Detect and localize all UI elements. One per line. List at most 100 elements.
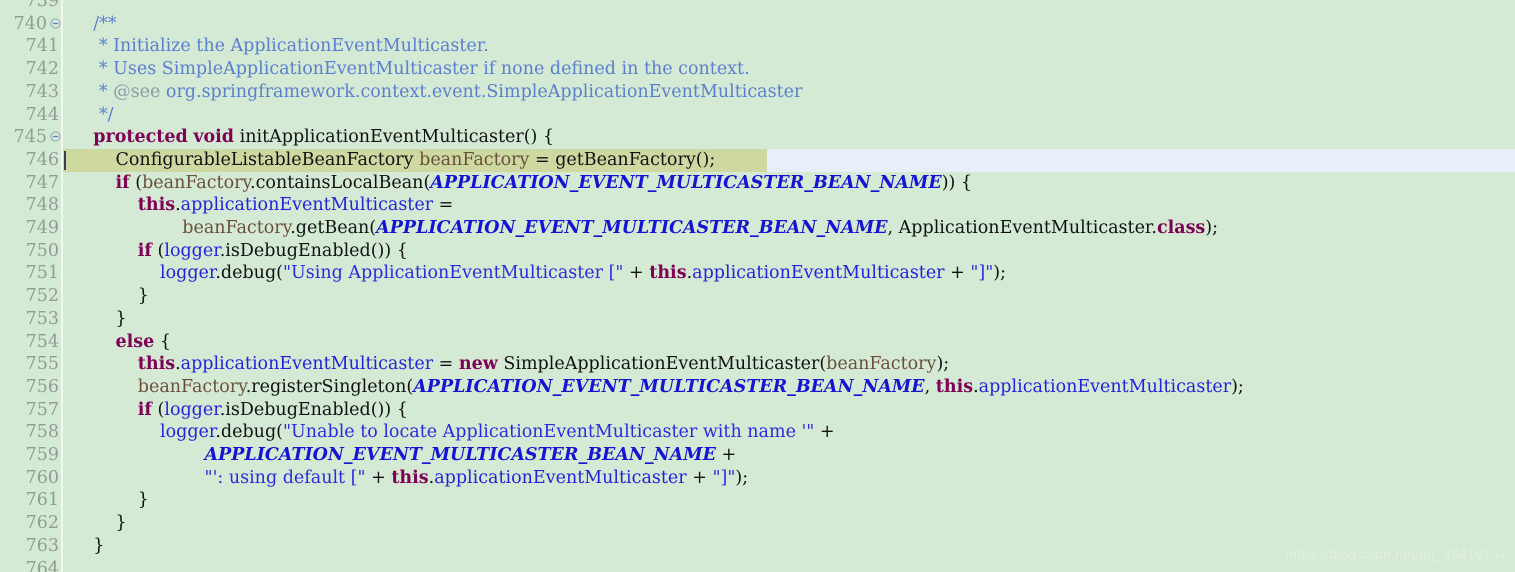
line-number: 763 [25, 535, 59, 556]
line-number: 755 [25, 354, 59, 375]
code-line-745[interactable]: protected void initApplicationEventMulti… [63, 126, 554, 149]
code-line-764[interactable] [63, 558, 71, 572]
gutter-line-762[interactable]: 762 [0, 512, 61, 535]
gutter-line-745[interactable]: 745 [0, 126, 61, 149]
code-token: "]" [712, 467, 736, 488]
code-token: APPLICATION_EVENT_MULTICASTER_BEAN_NAME [204, 445, 716, 465]
code-line-756[interactable]: beanFactory.registerSingleton(APPLICATIO… [63, 376, 1244, 399]
line-number: 756 [25, 376, 59, 397]
code-line-750[interactable]: if (logger.isDebugEnabled()) { [63, 240, 408, 263]
gutter-line-761[interactable]: 761 [0, 489, 61, 512]
fold-collapse-icon[interactable] [50, 131, 61, 142]
code-token: ); [936, 354, 950, 375]
gutter-line-759[interactable]: 759 [0, 444, 61, 467]
gutter-line-748[interactable]: 748 [0, 194, 61, 217]
code-token: = [433, 195, 454, 216]
code-line-763[interactable]: } [63, 535, 104, 558]
gutter-line-750[interactable]: 750 [0, 240, 61, 263]
code-line-753[interactable]: } [63, 308, 127, 331]
gutter-line-763[interactable]: 763 [0, 535, 61, 558]
line-number: 757 [25, 399, 59, 420]
code-token: ConfigurableListableBeanFactory [71, 149, 420, 170]
code-line-752[interactable]: } [63, 285, 149, 308]
gutter-line-739[interactable]: 739 [0, 0, 61, 13]
code-editor-viewport[interactable]: 739 740 741 742 743 744 745 746 747 748 749 750 751 7… [0, 0, 1515, 572]
code-token: , [924, 376, 936, 397]
code-token: this [391, 467, 429, 488]
code-line-741[interactable]: * Initialize the ApplicationEventMultica… [63, 35, 489, 58]
gutter-line-760[interactable]: 760 [0, 467, 61, 490]
gutter-line-743[interactable]: 743 [0, 81, 61, 104]
code-line-758[interactable]: logger.debug("Unable to locate Applicati… [63, 421, 835, 444]
line-number: 760 [25, 467, 59, 488]
line-number: 750 [25, 240, 59, 261]
code-line-743[interactable]: * @see org.springframework.context.event… [63, 81, 803, 104]
gutter-line-744[interactable]: 744 [0, 104, 61, 127]
line-number: 758 [25, 422, 59, 443]
code-line-761[interactable]: } [63, 489, 149, 512]
line-number: 762 [25, 513, 59, 534]
code-line-754[interactable]: else { [63, 331, 171, 354]
code-line-748[interactable]: this.applicationEventMulticaster = [63, 194, 454, 217]
line-number: 739 [25, 0, 59, 11]
code-token: * Initialize the ApplicationEventMultica… [71, 36, 489, 57]
line-number-gutter[interactable]: 739 740 741 742 743 744 745 746 747 748 749 750 751 7… [0, 0, 61, 572]
code-token: * Uses SimpleApplicationEventMulticaster… [71, 59, 750, 80]
gutter-line-742[interactable]: 742 [0, 58, 61, 81]
watermark-url: https://blog.csdn.net/qq_43416157 [1285, 546, 1507, 563]
code-line-749[interactable]: beanFactory.getBean(APPLICATION_EVENT_MU… [63, 217, 1218, 240]
gutter-line-758[interactable]: 758 [0, 421, 61, 444]
code-line-751[interactable]: logger.debug("Using ApplicationEventMult… [63, 262, 1006, 285]
code-line-747[interactable]: if (beanFactory.containsLocalBean(APPLIC… [63, 172, 973, 195]
code-token: beanFactory [826, 354, 937, 375]
code-token: ); [993, 263, 1007, 284]
gutter-line-757[interactable]: 757 [0, 399, 61, 422]
code-line-746[interactable]: ConfigurableListableBeanFactory beanFact… [63, 149, 716, 172]
gutter-line-753[interactable]: 753 [0, 308, 61, 331]
gutter-line-756[interactable]: 756 [0, 376, 61, 399]
code-line-755[interactable]: this.applicationEventMulticaster = new S… [63, 353, 949, 376]
gutter-line-764[interactable]: 764 [0, 558, 61, 572]
code-line-759[interactable]: APPLICATION_EVENT_MULTICASTER_BEAN_NAME … [63, 444, 737, 467]
gutter-line-749[interactable]: 749 [0, 217, 61, 240]
gutter-line-751[interactable]: 751 [0, 262, 61, 285]
code-token: "]" [970, 263, 994, 284]
code-token: applicationEventMulticaster [978, 376, 1232, 397]
code-line-742[interactable]: * Uses SimpleApplicationEventMulticaster… [63, 58, 750, 81]
code-token: ); [1231, 376, 1244, 397]
gutter-line-741[interactable]: 741 [0, 35, 61, 58]
code-content[interactable]: /** * Initialize the ApplicationEventMul… [63, 0, 1515, 572]
gutter-line-755[interactable]: 755 [0, 353, 61, 376]
code-token: applicationEventMulticaster [180, 354, 434, 375]
code-token: initApplicationEventMulticaster() { [234, 127, 555, 148]
code-token: } [71, 490, 149, 511]
fold-collapse-icon[interactable] [50, 18, 61, 29]
code-token: beanFactory [142, 172, 251, 193]
line-number: 748 [25, 195, 59, 216]
code-line-744[interactable]: */ [63, 104, 114, 127]
line-number: 746 [25, 149, 59, 170]
code-token: "Using ApplicationEventMulticaster [" [282, 263, 624, 284]
code-token: = getBeanFactory(); [529, 149, 716, 170]
code-line-760[interactable]: "': using default [" + this.applicationE… [63, 467, 749, 490]
code-line-739[interactable] [63, 0, 71, 13]
code-line-740[interactable]: /** [63, 13, 116, 36]
code-line-762[interactable]: } [63, 512, 127, 535]
code-token: applicationEventMulticaster [692, 263, 945, 284]
code-token: else [115, 331, 155, 352]
gutter-line-747[interactable]: 747 [0, 172, 61, 195]
gutter-line-754[interactable]: 754 [0, 331, 61, 354]
gutter-line-752[interactable]: 752 [0, 285, 61, 308]
code-line-757[interactable]: if (logger.isDebugEnabled()) { [63, 399, 408, 422]
code-token: } [71, 286, 149, 307]
code-token: , ApplicationEventMulticaster. [887, 218, 1157, 238]
line-number: 751 [25, 263, 59, 284]
gutter-line-740[interactable]: 740 [0, 13, 61, 36]
gutter-line-746[interactable]: 746 [0, 149, 61, 172]
code-token: org.springframework.context.event.Simple… [160, 81, 803, 102]
